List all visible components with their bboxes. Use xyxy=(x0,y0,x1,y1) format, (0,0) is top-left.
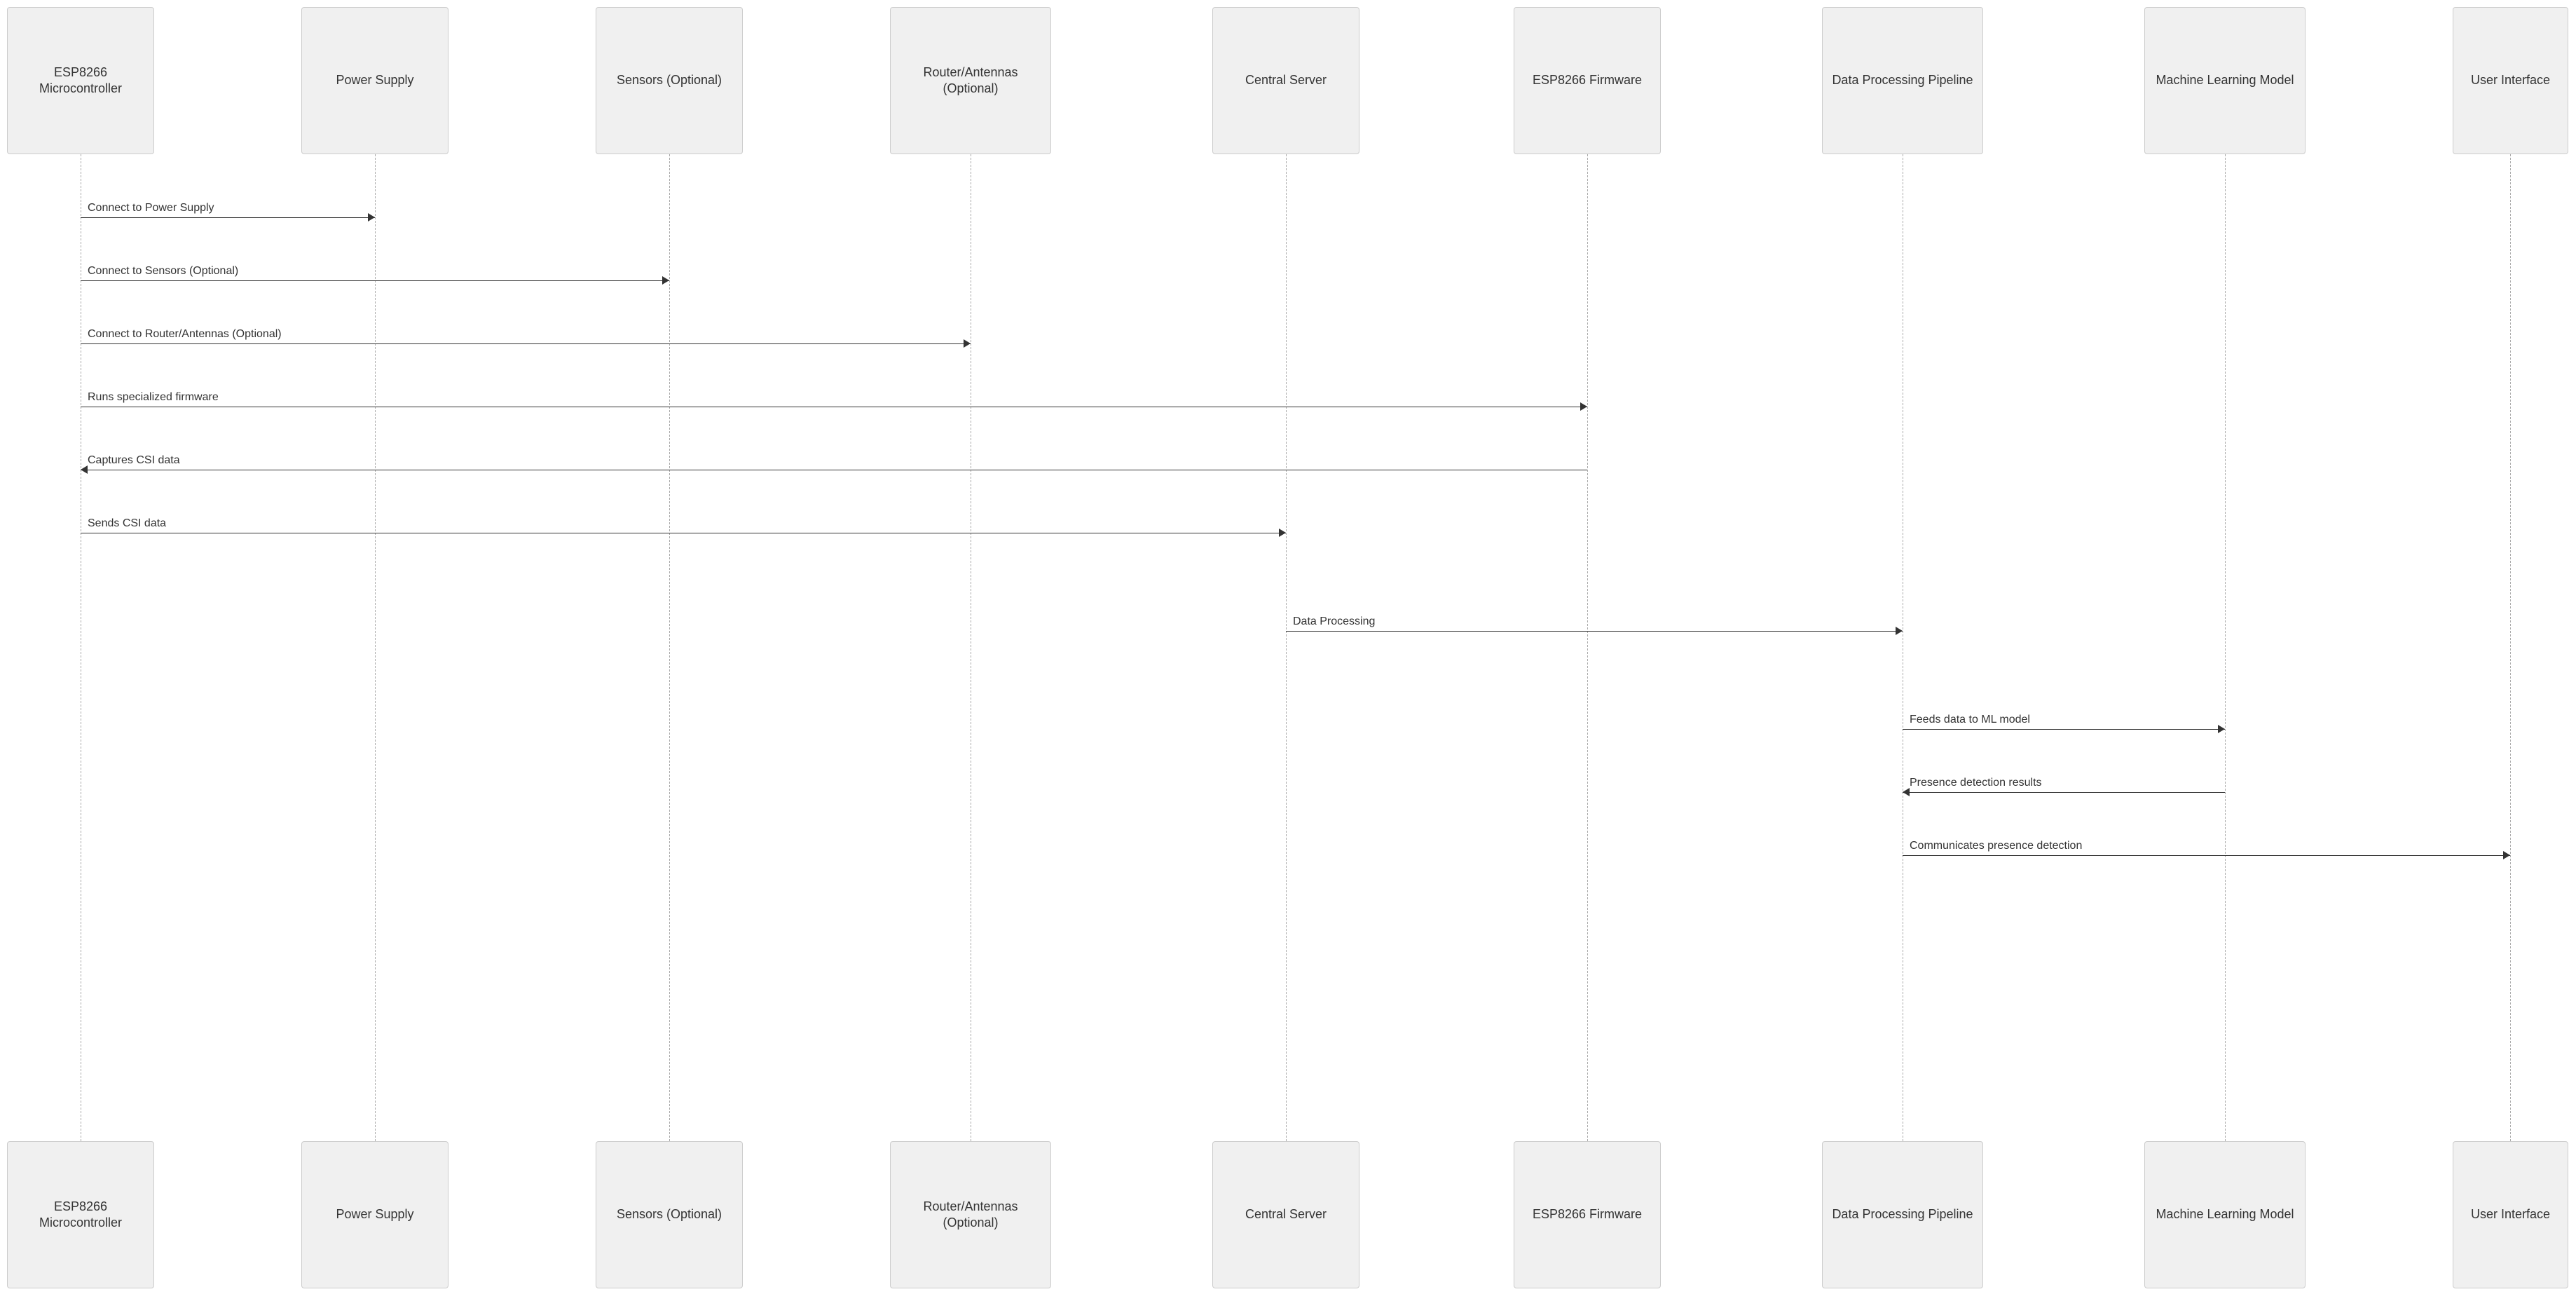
arrow-label-4: Captures CSI data xyxy=(88,454,180,467)
actor-firmware-bottom: ESP8266 Firmware xyxy=(1514,1141,1661,1288)
actor-esp8266-top: ESP8266 Microcontroller xyxy=(7,7,154,154)
arrowhead-right-9 xyxy=(2503,851,2510,859)
arrowhead-right-3 xyxy=(1580,402,1587,411)
arrow-label-8: Presence detection results xyxy=(1910,777,2042,789)
arrowhead-left-4 xyxy=(81,465,88,474)
arrow-line-8 xyxy=(1903,792,2225,793)
actor-central-top: Central Server xyxy=(1212,7,1359,154)
actor-ui-bottom: User Interface xyxy=(2453,1141,2568,1288)
actor-pipeline-top: Data Processing Pipeline xyxy=(1822,7,1983,154)
arrowhead-left-8 xyxy=(1903,788,1910,796)
lifeline-power xyxy=(375,154,376,1141)
arrow-line-1 xyxy=(81,280,669,281)
arrow-label-3: Runs specialized firmware xyxy=(88,391,219,404)
lifeline-ui xyxy=(2510,154,2511,1141)
actor-sensors-bottom: Sensors (Optional) xyxy=(596,1141,743,1288)
lifeline-central xyxy=(1286,154,1287,1141)
actor-router-top: Router/Antennas (Optional) xyxy=(890,7,1051,154)
actor-esp8266-bottom: ESP8266 Microcontroller xyxy=(7,1141,154,1288)
arrow-label-1: Connect to Sensors (Optional) xyxy=(88,265,238,278)
arrow-line-2 xyxy=(81,343,971,344)
arrowhead-right-6 xyxy=(1896,627,1903,635)
arrow-label-2: Connect to Router/Antennas (Optional) xyxy=(88,328,282,341)
lifeline-firmware xyxy=(1587,154,1588,1141)
actor-power-bottom: Power Supply xyxy=(301,1141,448,1288)
arrowhead-right-2 xyxy=(964,339,971,348)
arrowhead-right-5 xyxy=(1279,529,1286,537)
arrow-label-6: Data Processing xyxy=(1293,615,1375,628)
sequence-diagram: ESP8266 Microcontroller Power Supply Senso… xyxy=(0,0,2576,1294)
arrow-line-7 xyxy=(1903,729,2225,730)
arrow-label-9: Communicates presence detection xyxy=(1910,840,2082,852)
arrowhead-right-1 xyxy=(662,276,669,285)
actor-ml-bottom: Machine Learning Model xyxy=(2144,1141,2306,1288)
actor-sensors-top: Sensors (Optional) xyxy=(596,7,743,154)
lifeline-sensors xyxy=(669,154,670,1141)
arrow-label-7: Feeds data to ML model xyxy=(1910,714,2030,726)
arrow-label-0: Connect to Power Supply xyxy=(88,202,214,214)
actor-firmware-top: ESP8266 Firmware xyxy=(1514,7,1661,154)
actor-power-top: Power Supply xyxy=(301,7,448,154)
arrowhead-right-7 xyxy=(2218,725,2225,733)
actor-ml-top: Machine Learning Model xyxy=(2144,7,2306,154)
arrow-line-6 xyxy=(1286,631,1903,632)
arrow-line-9 xyxy=(1903,855,2510,856)
arrow-line-0 xyxy=(81,217,375,218)
actor-ui-top: User Interface xyxy=(2453,7,2568,154)
actor-central-bottom: Central Server xyxy=(1212,1141,1359,1288)
actor-router-bottom: Router/Antennas (Optional) xyxy=(890,1141,1051,1288)
lifeline-ml xyxy=(2225,154,2226,1141)
arrow-label-5: Sends CSI data xyxy=(88,517,166,530)
actor-pipeline-bottom: Data Processing Pipeline xyxy=(1822,1141,1983,1288)
arrowhead-right-0 xyxy=(368,213,375,222)
